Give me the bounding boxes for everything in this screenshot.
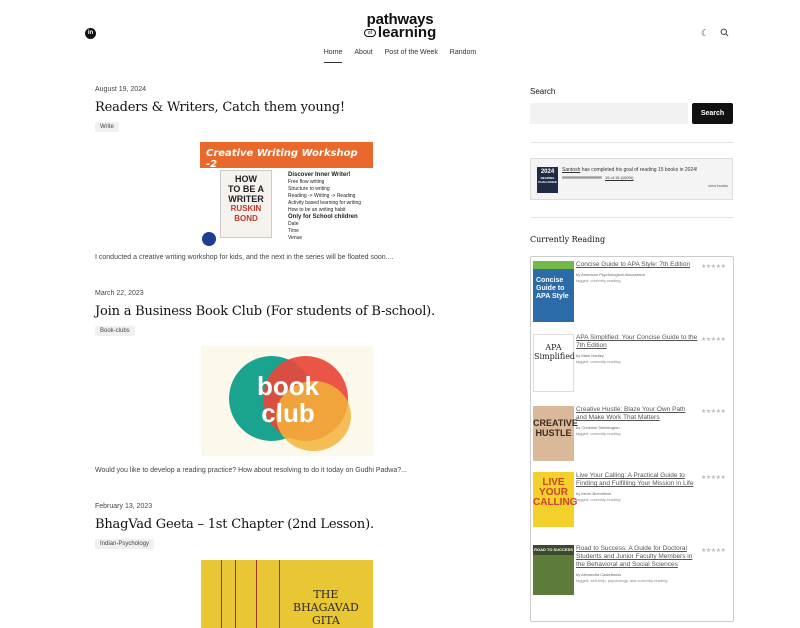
workshop-banner: Creative Writing Workshop -2 [200,142,373,170]
workshop-list: Discover Inner Writer! Free flow writing… [288,172,362,241]
post-title[interactable]: Readers & Writers, Catch them young! [95,100,480,115]
challenge-progress-bar [562,176,602,179]
site-logo[interactable]: pathways of learning [360,12,440,41]
book-shelf: tagged: self-help, psychology, and curre… [576,578,668,583]
book-shelf: tagged: currently-reading [576,497,621,502]
book-title-link[interactable]: Road to Success: A Guide for Doctoral St… [576,545,698,569]
book-cover[interactable]: Concise Guide to APA Style [533,261,574,322]
book-shelf: tagged: currently-reading [576,431,621,436]
post-date: February 13, 2023 [95,503,153,510]
post-card: March 22, 2023 Join a Business Book Club… [95,290,480,474]
book-shelf: tagged: currently-reading [576,278,621,283]
book-author[interactable]: by American Psychological Association [576,272,645,277]
list-item: ROAD TO SUCCESS Road to Success: A Guide… [533,545,731,595]
book-author[interactable]: by Christine Stebbington [576,425,620,430]
post-card: August 19, 2024 Readers & Writers, Catch… [95,86,480,261]
post-date: March 22, 2023 [95,290,144,297]
challenge-count[interactable]: 15 of 15 (100%) [605,175,633,180]
book-cover: HOW TO BE A WRITER RUSKIN BOND [220,170,272,238]
search-input[interactable] [530,103,688,124]
book-author[interactable]: by Alexandra Castellanos [576,572,621,577]
search-icon[interactable] [719,28,729,38]
book-author[interactable]: by Kevin Brennfleck [576,491,611,496]
post-image-book-club[interactable]: book club [201,346,373,456]
badge-icon [202,232,216,246]
logo-line2: learning [377,24,437,41]
challenge-badge[interactable]: 2024 READING CHALLENGE [537,167,558,193]
post-tag[interactable]: Write [95,122,119,132]
post-title[interactable]: BhagVad Geeta – 1st Chapter (2nd Lesson)… [95,517,480,532]
book-title-link[interactable]: Creative Hustle: Blaze Your Own Path and… [576,406,698,422]
linkedin-icon[interactable]: in [85,28,96,39]
view-books-link[interactable]: view books [708,183,728,188]
site-header: in pathways of learning ☾ Home About Post… [0,0,800,70]
goodreads-user-link[interactable]: Santosh [562,167,580,173]
book-cover[interactable]: APA Simplified [533,334,575,392]
post-image-bhagavad-gita[interactable]: THE BHAGAVAD GITA [201,560,373,628]
nav-home[interactable]: Home [323,49,343,63]
nav-about[interactable]: About [354,49,372,62]
currently-reading-widget: Concise Guide to APA Style Concise Guide… [530,256,734,622]
book-title-link[interactable]: Live Your Calling: A Practical Guide to … [576,472,698,488]
search-button[interactable]: Search [692,103,733,124]
post-tag[interactable]: Book-clubs [95,326,135,336]
nav-random[interactable]: Random [450,49,476,62]
book-cover[interactable]: CREATIVE HUSTLE [533,406,578,461]
post-tag[interactable]: Indian-Psychology [95,539,155,549]
rating-stars[interactable]: ★★★★★ [701,336,726,343]
rating-stars[interactable]: ★★★★★ [701,408,726,415]
book-cover[interactable]: LIVE YOUR CALLING [533,472,577,527]
post-date: August 19, 2024 [95,86,146,93]
search-heading: Search [530,87,556,96]
currently-reading-heading: Currently Reading [530,235,606,244]
divider [530,142,733,143]
post-excerpt: I conducted a creative writing workshop … [95,254,394,261]
rating-stars[interactable]: ★★★★★ [701,263,726,270]
post-excerpt: Would you like to develop a reading prac… [95,467,407,474]
logo-of: of [363,29,376,38]
book-title-link[interactable]: APA Simplified: Your Concise Guide to th… [576,334,698,350]
goodreads-challenge-widget: 2024 READING CHALLENGE Santosh has compl… [530,158,733,200]
book-cover[interactable]: ROAD TO SUCCESS [533,545,574,595]
main-nav: Home About Post of the Week Random [0,49,800,63]
nav-post-of-the-week[interactable]: Post of the Week [385,49,438,62]
book-author[interactable]: by Mark Hanley [576,353,604,358]
rating-stars[interactable]: ★★★★★ [701,474,726,481]
post-card: February 13, 2023 BhagVad Geeta – 1st Ch… [95,503,480,550]
dark-mode-toggle-icon[interactable]: ☾ [700,28,710,38]
book-title-link[interactable]: Concise Guide to APA Style: 7th Edition [576,261,698,269]
post-image-writing-workshop[interactable]: Creative Writing Workshop -2 HOW TO BE A… [200,142,373,246]
divider [530,217,733,218]
post-title[interactable]: Join a Business Book Club (For students … [95,304,480,319]
book-shelf: tagged: currently-reading [576,359,621,364]
rating-stars[interactable]: ★★★★★ [701,547,726,554]
